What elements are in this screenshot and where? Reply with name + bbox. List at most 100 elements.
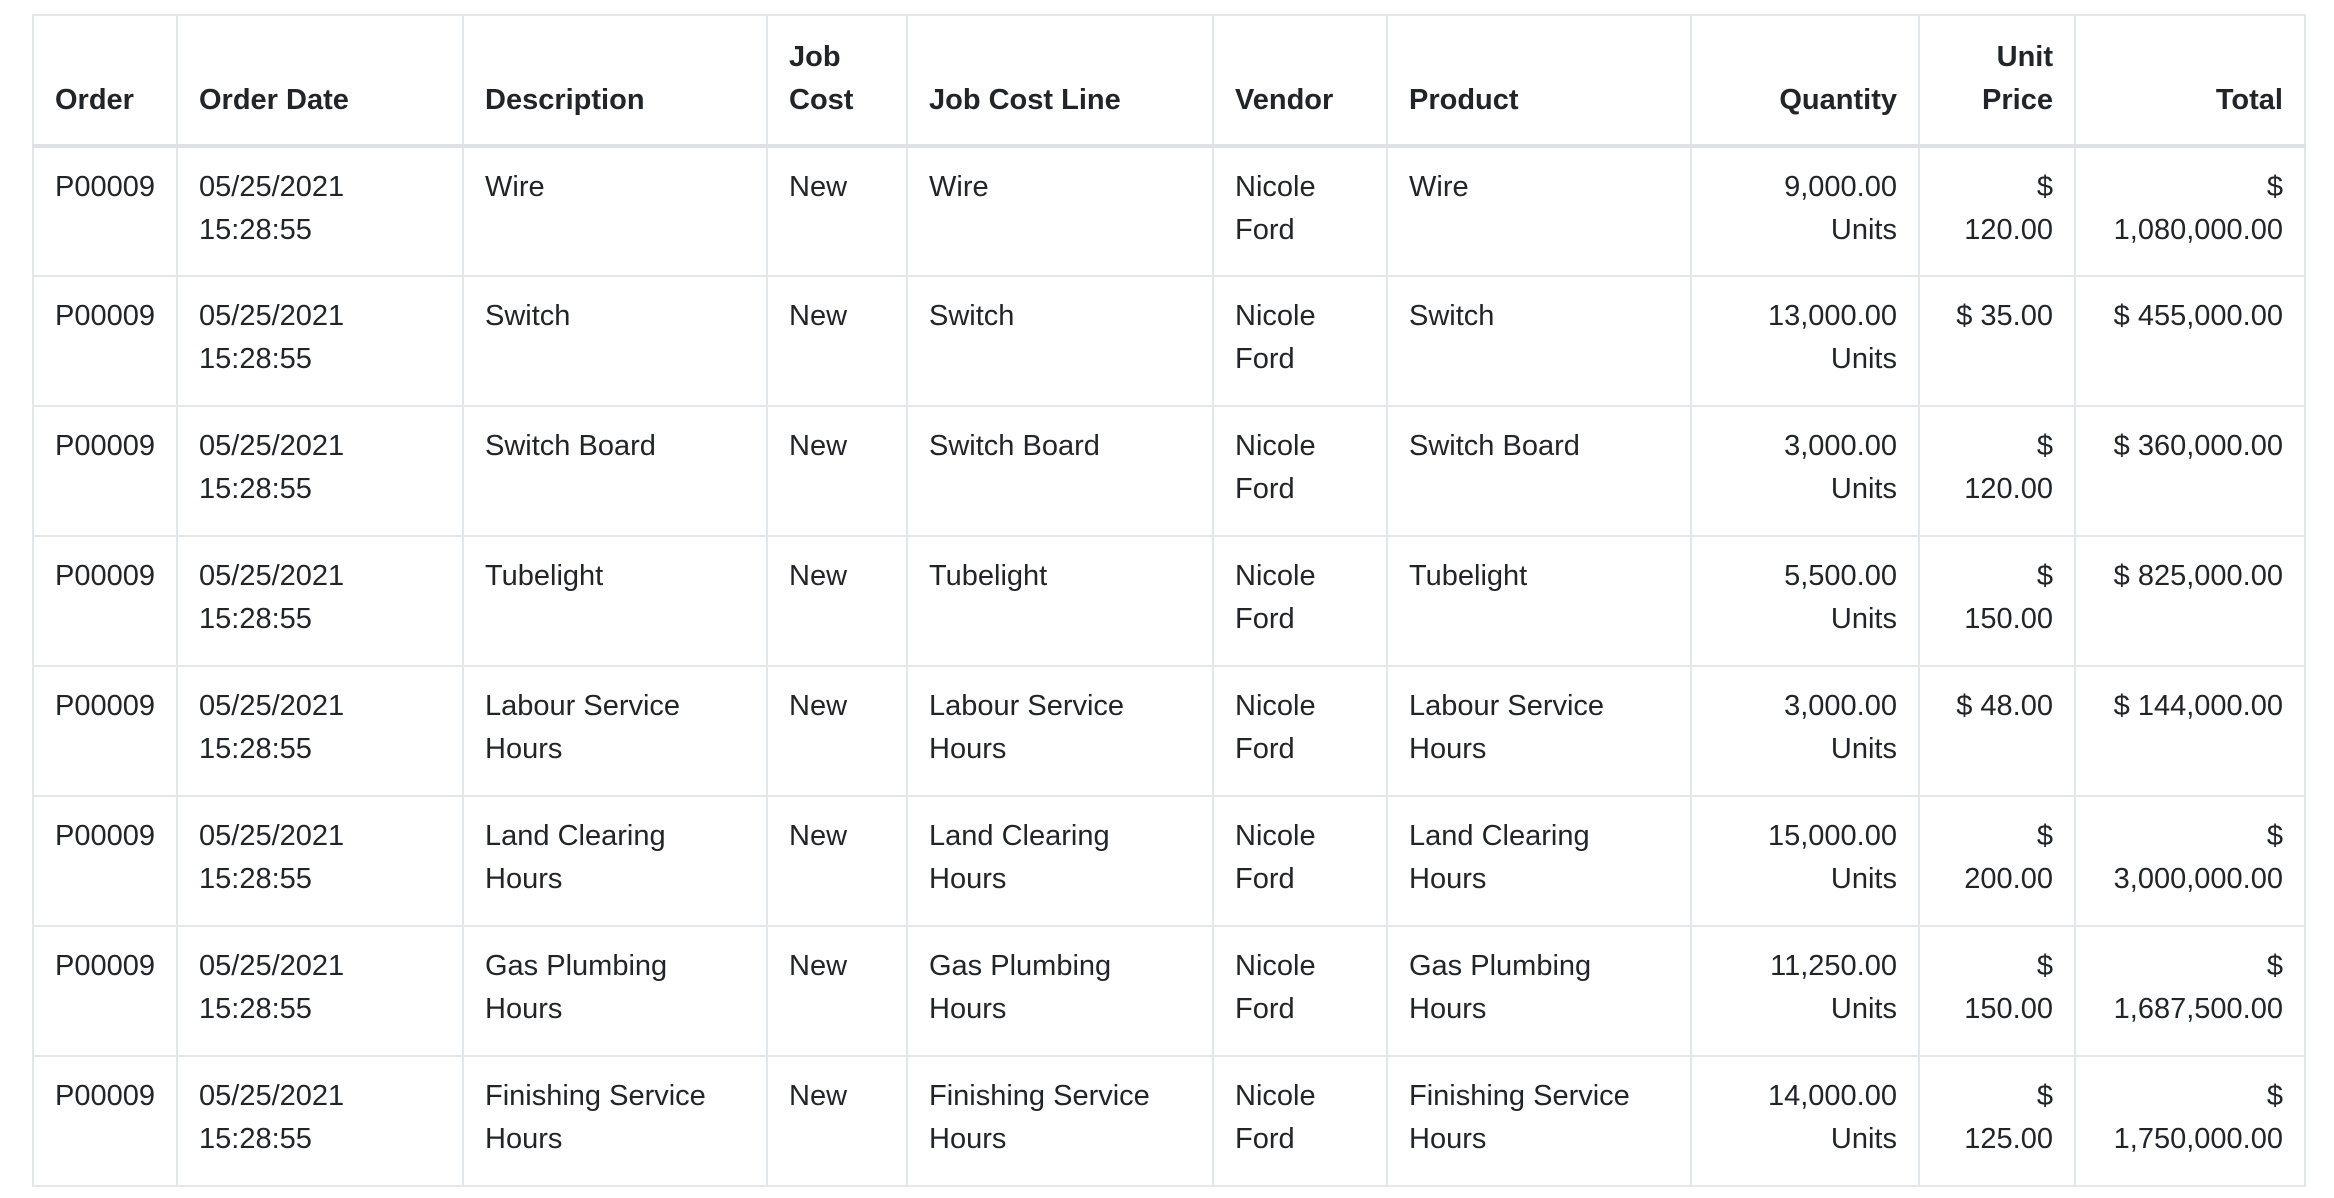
- cell-order-date: 05/25/2021 15:28:55: [176, 535, 464, 667]
- cell-order-date: 05/25/2021 15:28:55: [176, 665, 464, 797]
- cell-total: $ 1,080,000.00: [2074, 145, 2306, 277]
- table-row[interactable]: P00009 05/25/2021 15:28:55 Land Clearing H…: [32, 795, 2306, 927]
- cell-order-date: 05/25/2021 15:28:55: [176, 275, 464, 407]
- cell-total: $ 3,000,000.00: [2074, 795, 2306, 927]
- cell-job-cost-line: Wire: [906, 145, 1214, 277]
- cell-product: Gas Plumbing Hours: [1386, 925, 1692, 1057]
- cell-order-date: 05/25/2021 15:28:55: [176, 145, 464, 277]
- cell-order: P00009: [32, 795, 178, 927]
- column-header-order[interactable]: Order: [32, 14, 178, 148]
- column-header-vendor[interactable]: Vendor: [1212, 14, 1388, 148]
- cell-job-cost-line: Switch: [906, 275, 1214, 407]
- cell-total: $ 1,750,000.00: [2074, 1055, 2306, 1187]
- purchase-lines-table-container: Order Order Date Description Job Cost Job Co…: [32, 14, 2306, 1187]
- cell-product: Land Clearing Hours: [1386, 795, 1692, 927]
- cell-order: P00009: [32, 925, 178, 1057]
- cell-job-cost-line: Gas Plumbing Hours: [906, 925, 1214, 1057]
- cell-job-cost: New: [766, 925, 908, 1057]
- cell-total: $ 1,687,500.00: [2074, 925, 2306, 1057]
- table-body: P00009 05/25/2021 15:28:55 Wire New Wire Nico…: [32, 145, 2306, 1187]
- table-header: Order Order Date Description Job Cost Job Co…: [32, 14, 2306, 148]
- cell-job-cost-line: Labour Service Hours: [906, 665, 1214, 797]
- cell-order-date: 05/25/2021 15:28:55: [176, 795, 464, 927]
- cell-quantity: 14,000.00 Units: [1690, 1055, 1920, 1187]
- cell-vendor: Nicole Ford: [1212, 1055, 1388, 1187]
- cell-unit-price: $ 125.00: [1918, 1055, 2076, 1187]
- cell-order-date: 05/25/2021 15:28:55: [176, 925, 464, 1057]
- cell-product: Wire: [1386, 145, 1692, 277]
- cell-total: $ 825,000.00: [2074, 535, 2306, 667]
- table-row[interactable]: P00009 05/25/2021 15:28:55 Wire New Wire Nico…: [32, 145, 2306, 277]
- cell-unit-price: $ 150.00: [1918, 535, 2076, 667]
- cell-order-date: 05/25/2021 15:28:55: [176, 405, 464, 537]
- cell-job-cost: New: [766, 665, 908, 797]
- cell-unit-price: $ 200.00: [1918, 795, 2076, 927]
- cell-total: $ 455,000.00: [2074, 275, 2306, 407]
- cell-vendor: Nicole Ford: [1212, 665, 1388, 797]
- header-row: Order Order Date Description Job Cost Job Co…: [32, 14, 2306, 148]
- cell-quantity: 3,000.00 Units: [1690, 665, 1920, 797]
- cell-quantity: 9,000.00 Units: [1690, 145, 1920, 277]
- cell-unit-price: $ 120.00: [1918, 145, 2076, 277]
- column-header-job-cost-line[interactable]: Job Cost Line: [906, 14, 1214, 148]
- cell-job-cost: New: [766, 405, 908, 537]
- cell-unit-price: $ 35.00: [1918, 275, 2076, 407]
- cell-description: Land Clearing Hours: [462, 795, 768, 927]
- cell-job-cost-line: Tubelight: [906, 535, 1214, 667]
- cell-job-cost: New: [766, 535, 908, 667]
- cell-description: Labour Service Hours: [462, 665, 768, 797]
- cell-quantity: 13,000.00 Units: [1690, 275, 1920, 407]
- cell-unit-price: $ 120.00: [1918, 405, 2076, 537]
- table-row[interactable]: P00009 05/25/2021 15:28:55 Switch New Switch…: [32, 275, 2306, 407]
- cell-vendor: Nicole Ford: [1212, 405, 1388, 537]
- cell-vendor: Nicole Ford: [1212, 925, 1388, 1057]
- cell-description: Switch: [462, 275, 768, 407]
- cell-quantity: 3,000.00 Units: [1690, 405, 1920, 537]
- table-row[interactable]: P00009 05/25/2021 15:28:55 Tubelight New Tub…: [32, 535, 2306, 667]
- table-row[interactable]: P00009 05/25/2021 15:28:55 Finishing Servi…: [32, 1055, 2306, 1187]
- column-header-product[interactable]: Product: [1386, 14, 1692, 148]
- cell-vendor: Nicole Ford: [1212, 795, 1388, 927]
- column-header-order-date[interactable]: Order Date: [176, 14, 464, 148]
- cell-job-cost: New: [766, 145, 908, 277]
- cell-order-date: 05/25/2021 15:28:55: [176, 1055, 464, 1187]
- cell-job-cost: New: [766, 275, 908, 407]
- cell-quantity: 11,250.00 Units: [1690, 925, 1920, 1057]
- cell-description: Tubelight: [462, 535, 768, 667]
- cell-order: P00009: [32, 145, 178, 277]
- table-row[interactable]: P00009 05/25/2021 15:28:55 Labour Service …: [32, 665, 2306, 797]
- cell-product: Switch Board: [1386, 405, 1692, 537]
- column-header-unit-price[interactable]: Unit Price: [1918, 14, 2076, 148]
- cell-quantity: 15,000.00 Units: [1690, 795, 1920, 927]
- cell-job-cost-line: Switch Board: [906, 405, 1214, 537]
- cell-quantity: 5,500.00 Units: [1690, 535, 1920, 667]
- cell-order: P00009: [32, 405, 178, 537]
- cell-job-cost-line: Finishing Service Hours: [906, 1055, 1214, 1187]
- cell-order: P00009: [32, 665, 178, 797]
- cell-order: P00009: [32, 535, 178, 667]
- table-row[interactable]: P00009 05/25/2021 15:28:55 Switch Board New…: [32, 405, 2306, 537]
- cell-job-cost: New: [766, 795, 908, 927]
- cell-product: Finishing Service Hours: [1386, 1055, 1692, 1187]
- cell-vendor: Nicole Ford: [1212, 145, 1388, 277]
- cell-unit-price: $ 48.00: [1918, 665, 2076, 797]
- cell-description: Switch Board: [462, 405, 768, 537]
- cell-product: Labour Service Hours: [1386, 665, 1692, 797]
- cell-job-cost: New: [766, 1055, 908, 1187]
- cell-order: P00009: [32, 1055, 178, 1187]
- column-header-job-cost[interactable]: Job Cost: [766, 14, 908, 148]
- cell-job-cost-line: Land Clearing Hours: [906, 795, 1214, 927]
- column-header-quantity[interactable]: Quantity: [1690, 14, 1920, 148]
- cell-description: Wire: [462, 145, 768, 277]
- cell-description: Gas Plumbing Hours: [462, 925, 768, 1057]
- cell-vendor: Nicole Ford: [1212, 535, 1388, 667]
- column-header-description[interactable]: Description: [462, 14, 768, 148]
- table-row[interactable]: P00009 05/25/2021 15:28:55 Gas Plumbing Ho…: [32, 925, 2306, 1057]
- cell-total: $ 360,000.00: [2074, 405, 2306, 537]
- cell-product: Switch: [1386, 275, 1692, 407]
- column-header-total[interactable]: Total: [2074, 14, 2306, 148]
- cell-vendor: Nicole Ford: [1212, 275, 1388, 407]
- cell-total: $ 144,000.00: [2074, 665, 2306, 797]
- cell-product: Tubelight: [1386, 535, 1692, 667]
- cell-order: P00009: [32, 275, 178, 407]
